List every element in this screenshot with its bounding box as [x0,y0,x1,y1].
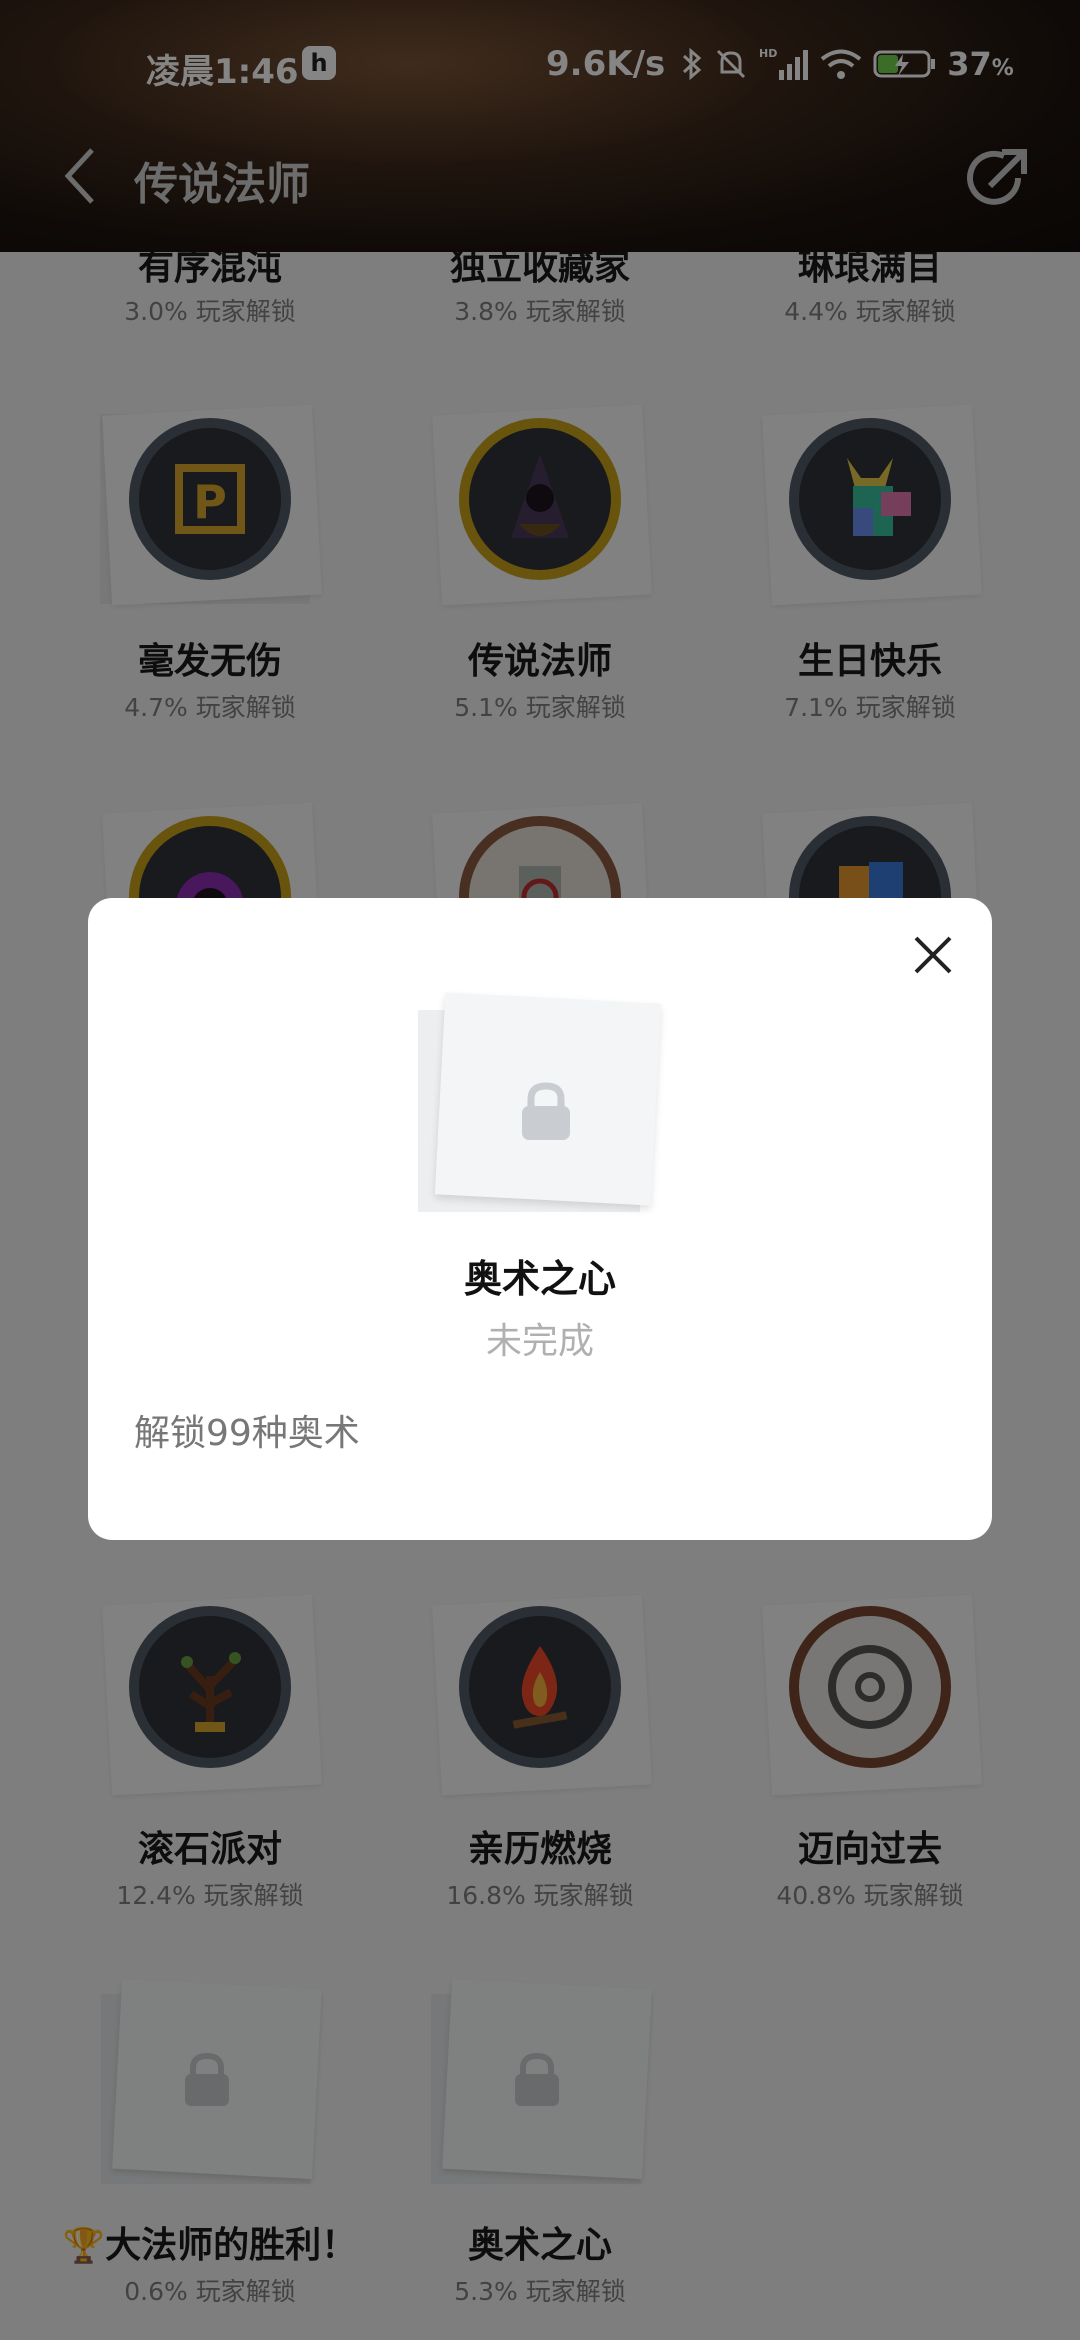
locked-achievement-image [418,990,668,1220]
lock-icon [522,1082,570,1140]
achievement-detail-dialog: 奥术之心 未完成 解锁99种奥术 [88,898,992,1540]
dialog-status: 未完成 [485,1321,594,1362]
dialog-title: 奥术之心 [463,1257,616,1301]
dialog-description: 解锁99种奥术 [134,1413,360,1454]
close-icon[interactable] [910,932,956,978]
